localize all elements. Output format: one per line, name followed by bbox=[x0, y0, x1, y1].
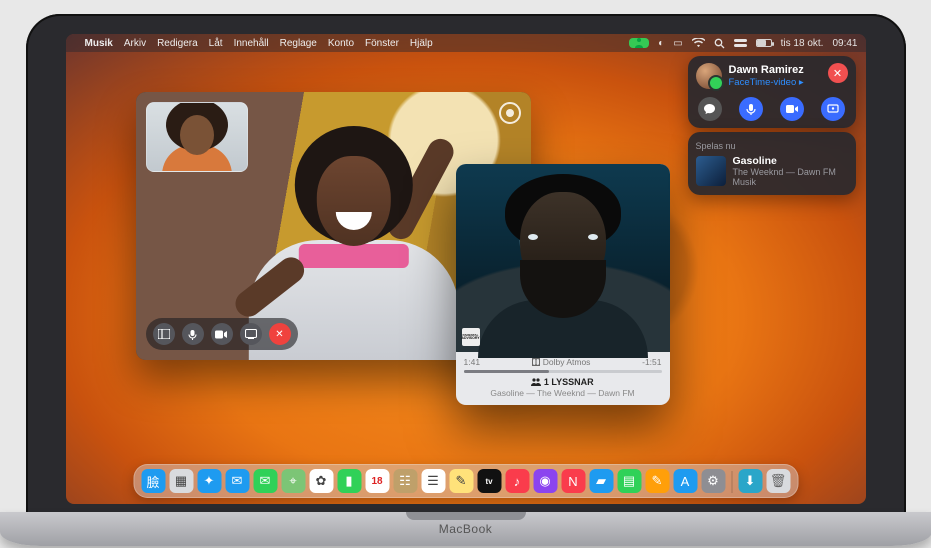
now-playing-title: Gasoline bbox=[733, 155, 836, 167]
facetime-controls: ✕ bbox=[146, 318, 298, 350]
live-photo-button[interactable] bbox=[499, 102, 521, 124]
control-center-icon[interactable] bbox=[734, 38, 747, 48]
menu-item[interactable]: Innehåll bbox=[234, 38, 269, 49]
leave-call-button[interactable]: ✕ bbox=[269, 323, 291, 345]
facetime-call-card: Dawn Ramirez FaceTime-video ▸ ✕ bbox=[688, 56, 856, 128]
menu-item[interactable]: Redigera bbox=[157, 38, 198, 49]
caller-avatar bbox=[696, 63, 722, 89]
screen-mirroring-icon[interactable]: ▭ bbox=[673, 38, 682, 49]
menu-item[interactable]: Reglage bbox=[280, 38, 317, 49]
mute-button[interactable] bbox=[739, 97, 763, 121]
dock-news-icon[interactable]: N bbox=[561, 469, 585, 493]
camera-button[interactable] bbox=[780, 97, 804, 121]
now-playing-artwork bbox=[696, 156, 726, 186]
menu-item[interactable]: Fönster bbox=[365, 38, 399, 49]
end-call-button[interactable]: ✕ bbox=[828, 63, 848, 83]
track-info: Gasoline — The Weeknd — Dawn FM bbox=[464, 388, 662, 398]
now-playing-header: Spelas nu bbox=[696, 141, 848, 151]
macbook-base: MacBook bbox=[0, 512, 931, 546]
sidebar-toggle-button[interactable] bbox=[153, 323, 175, 345]
menu-item[interactable]: Konto bbox=[328, 38, 354, 49]
caller-subtitle[interactable]: FaceTime-video ▸ bbox=[729, 77, 804, 88]
dock-maps-icon[interactable]: ⌖ bbox=[281, 469, 305, 493]
battery-icon[interactable] bbox=[756, 39, 772, 47]
dock-tv-icon[interactable]: tv bbox=[477, 469, 501, 493]
remaining-time: -1:51 bbox=[642, 357, 661, 367]
parental-advisory-badge: PARENTALADVISORY bbox=[462, 328, 480, 346]
dock-podcasts-icon[interactable]: ◉ bbox=[533, 469, 557, 493]
share-screen-button[interactable] bbox=[240, 323, 262, 345]
dolby-atmos-badge: Dolby Atmos bbox=[532, 357, 591, 367]
dock-finder-icon[interactable]: 臉 bbox=[141, 469, 165, 493]
dock-trash-icon[interactable]: 🗑 bbox=[766, 469, 790, 493]
dock: 臉▦✦✉✉⌖✿▮18☷☰✎tv♪◉N▰▤✎A⚙⬇🗑 bbox=[133, 464, 798, 498]
dock-numbers-icon[interactable]: ▤ bbox=[617, 469, 641, 493]
messages-button[interactable] bbox=[698, 97, 722, 121]
now-playing-card[interactable]: Spelas nu Gasoline The Weeknd — Dawn FM … bbox=[688, 132, 856, 195]
dock-pages-icon[interactable]: ✎ bbox=[645, 469, 669, 493]
dock-downloads-icon[interactable]: ⬇ bbox=[738, 469, 762, 493]
menubar-date[interactable]: tis 18 okt. bbox=[781, 38, 824, 49]
dock-photos-icon[interactable]: ✿ bbox=[309, 469, 333, 493]
dock-settings-icon[interactable]: ⚙ bbox=[701, 469, 725, 493]
menu-item[interactable]: Hjälp bbox=[410, 38, 433, 49]
do-not-disturb-icon[interactable]: ◐ bbox=[658, 38, 664, 49]
dock-music-icon[interactable]: ♪ bbox=[505, 469, 529, 493]
dock-reminders-icon[interactable]: ☰ bbox=[421, 469, 445, 493]
macbook-frame: Musik Arkiv Redigera Låt Innehåll Reglag… bbox=[26, 14, 906, 534]
shareplay-status-icon[interactable] bbox=[629, 38, 649, 48]
dock-messages-icon[interactable]: ✉ bbox=[253, 469, 277, 493]
dock-launchpad-icon[interactable]: ▦ bbox=[169, 469, 193, 493]
now-playing-app: Musik bbox=[733, 177, 836, 187]
dock-calendar-icon[interactable]: 18 bbox=[365, 469, 389, 493]
dock-contacts-icon[interactable]: ☷ bbox=[393, 469, 417, 493]
listeners-label: 1 LYSSNAR bbox=[464, 377, 662, 387]
music-miniplayer[interactable]: PARENTALADVISORY 1:41 Dolby Atmos -1:51 … bbox=[456, 164, 670, 405]
menu-item[interactable]: Arkiv bbox=[124, 38, 146, 49]
dock-safari-icon[interactable]: ✦ bbox=[197, 469, 221, 493]
dock-keynote-icon[interactable]: ▰ bbox=[589, 469, 613, 493]
dock-notes-icon[interactable]: ✎ bbox=[449, 469, 473, 493]
shareplay-panel: Dawn Ramirez FaceTime-video ▸ ✕ bbox=[688, 56, 856, 195]
macbook-label: MacBook bbox=[439, 522, 493, 536]
facetime-self-view[interactable] bbox=[146, 102, 248, 172]
dock-mail-icon[interactable]: ✉ bbox=[225, 469, 249, 493]
menu-item[interactable]: Låt bbox=[209, 38, 223, 49]
elapsed-time: 1:41 bbox=[464, 357, 481, 367]
desktop: Musik Arkiv Redigera Låt Innehåll Reglag… bbox=[66, 34, 866, 504]
status-icons: ◐ ▭ tis 18 okt. 09:41 bbox=[629, 38, 857, 49]
menu-bar: Musik Arkiv Redigera Låt Innehåll Reglag… bbox=[66, 34, 866, 52]
caller-name: Dawn Ramirez bbox=[729, 64, 804, 76]
progress-slider[interactable] bbox=[464, 370, 662, 373]
dock-facetime-icon[interactable]: ▮ bbox=[337, 469, 361, 493]
camera-toggle-button[interactable] bbox=[211, 323, 233, 345]
album-artwork: PARENTALADVISORY bbox=[456, 164, 670, 352]
screen-share-button[interactable] bbox=[821, 97, 845, 121]
menubar-app-name[interactable]: Musik bbox=[85, 38, 113, 49]
spotlight-icon[interactable] bbox=[714, 38, 725, 49]
wifi-icon[interactable] bbox=[692, 38, 705, 48]
menubar-time[interactable]: 09:41 bbox=[832, 38, 857, 49]
now-playing-artist: The Weeknd — Dawn FM bbox=[733, 167, 836, 177]
dock-appstore-icon[interactable]: A bbox=[673, 469, 697, 493]
mute-mic-button[interactable] bbox=[182, 323, 204, 345]
